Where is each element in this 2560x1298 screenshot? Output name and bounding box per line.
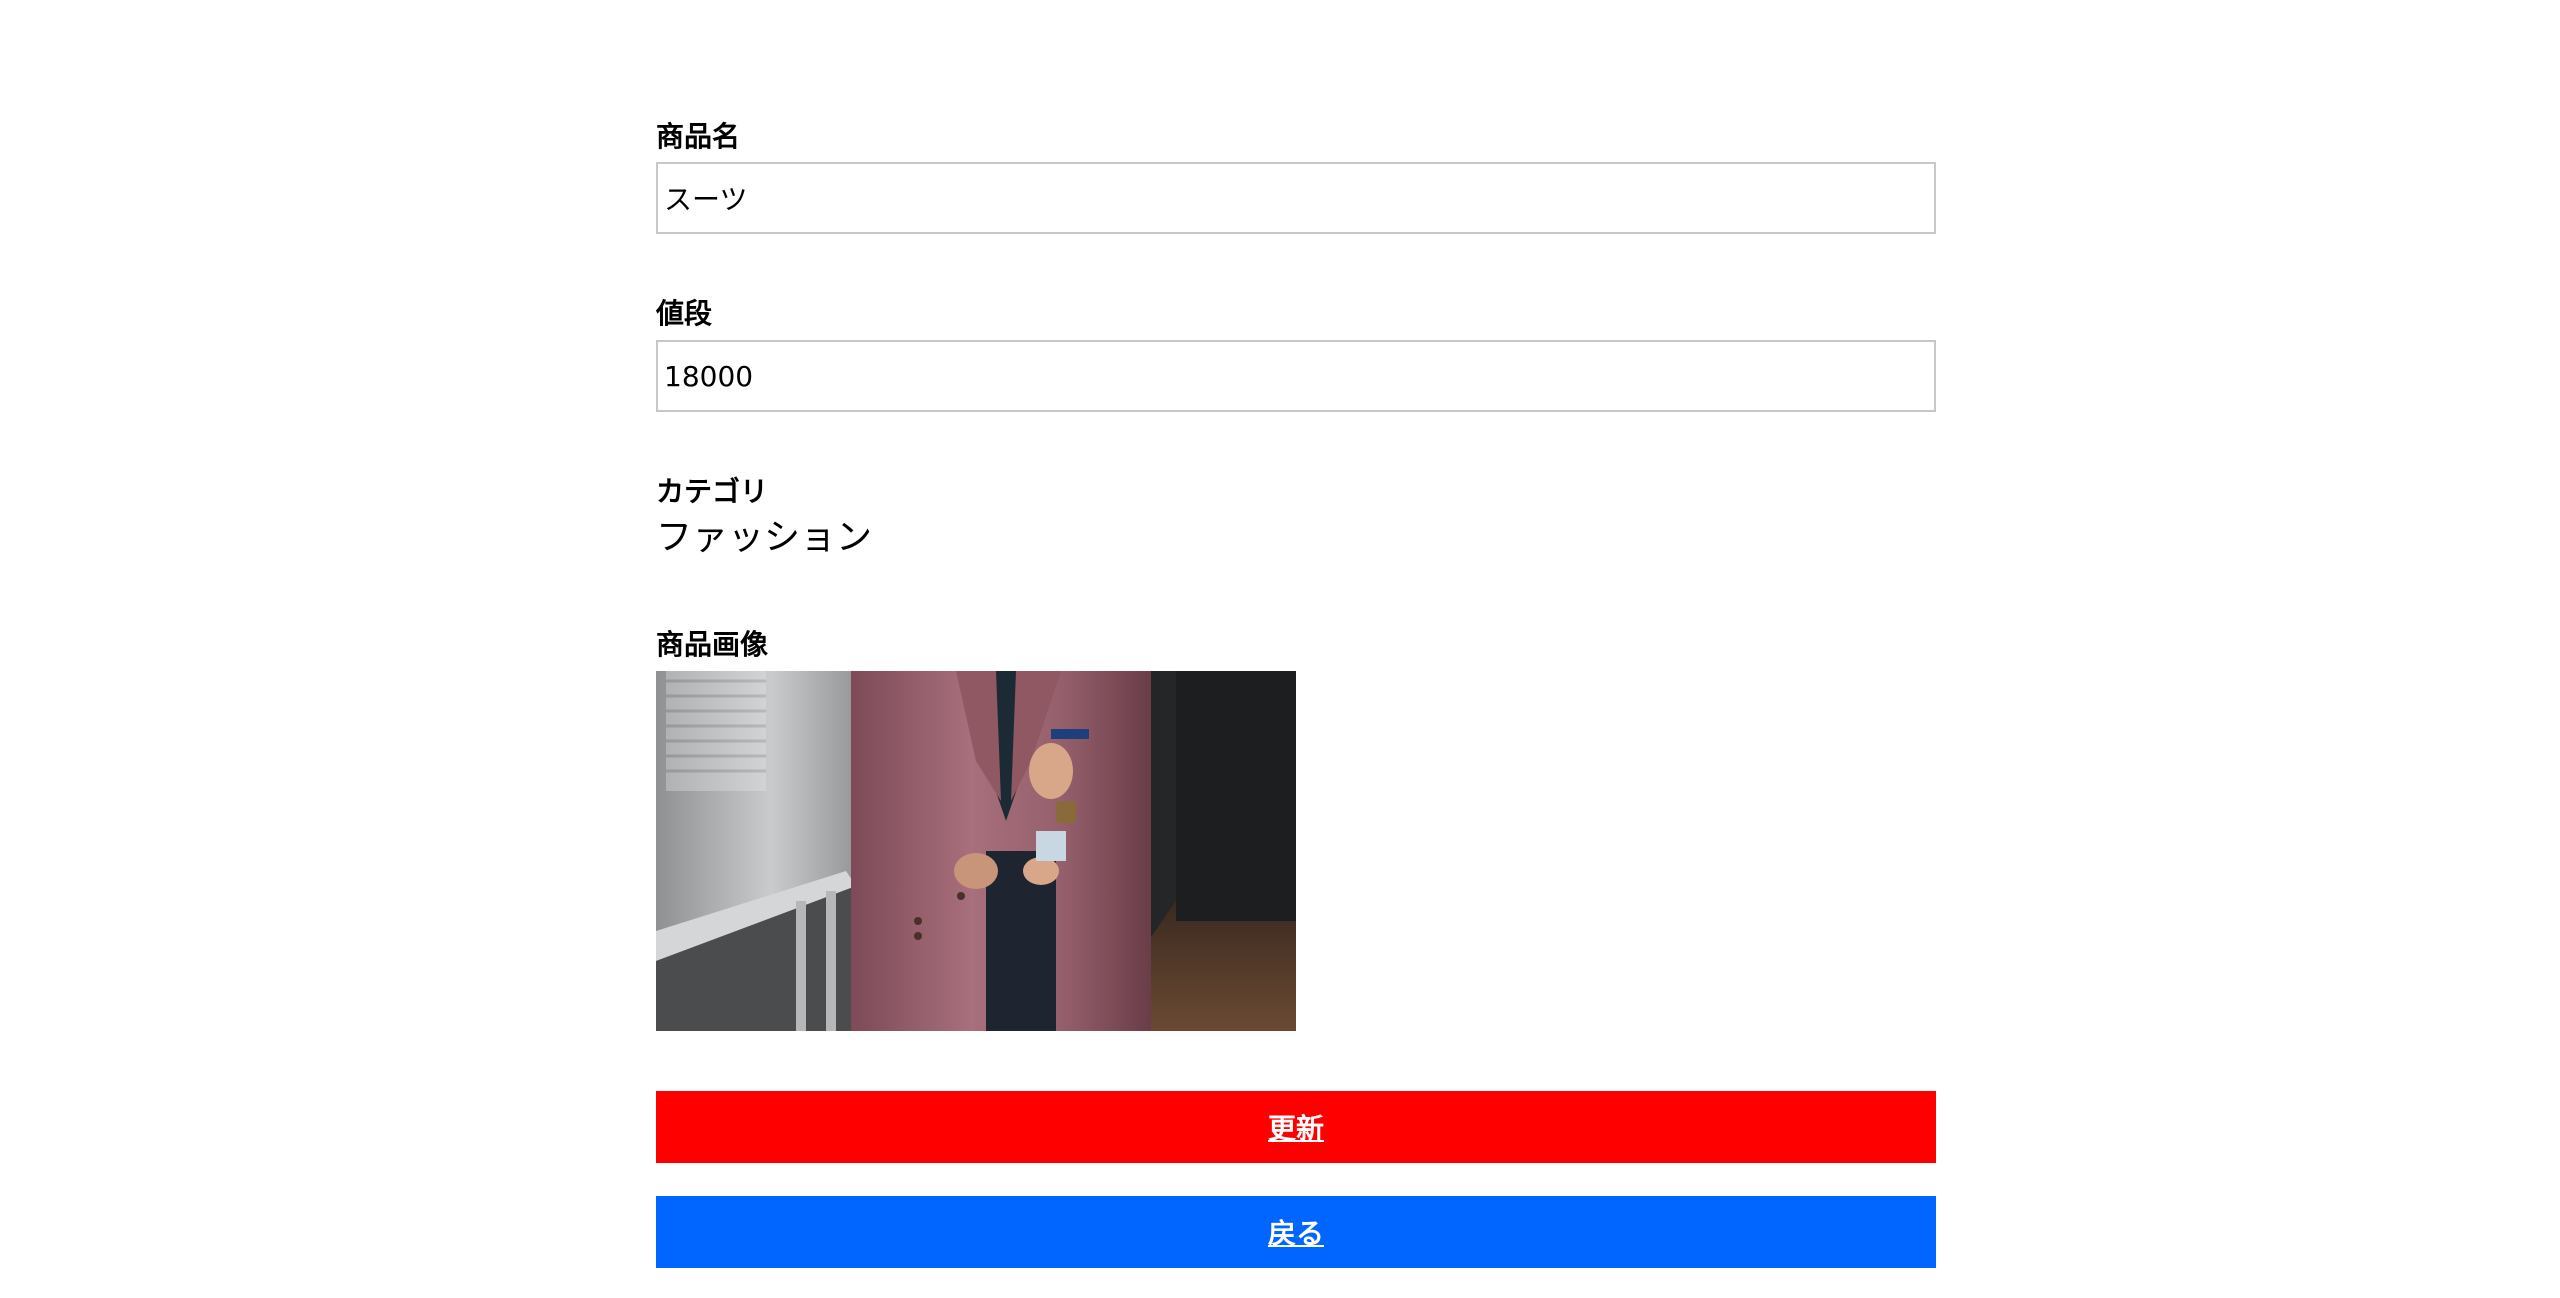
category-label: カテゴリ bbox=[656, 475, 769, 508]
category-value: ファッション bbox=[656, 517, 873, 558]
update-button[interactable]: 更新 bbox=[656, 1091, 1936, 1163]
back-button[interactable]: 戻る bbox=[656, 1196, 1936, 1268]
product-name-input[interactable] bbox=[656, 162, 1936, 234]
product-image bbox=[656, 671, 1296, 1031]
product-name-label: 商品名 bbox=[656, 120, 741, 153]
price-label: 値段 bbox=[656, 297, 713, 330]
price-input[interactable] bbox=[656, 340, 1936, 412]
product-image-label: 商品画像 bbox=[656, 628, 769, 661]
